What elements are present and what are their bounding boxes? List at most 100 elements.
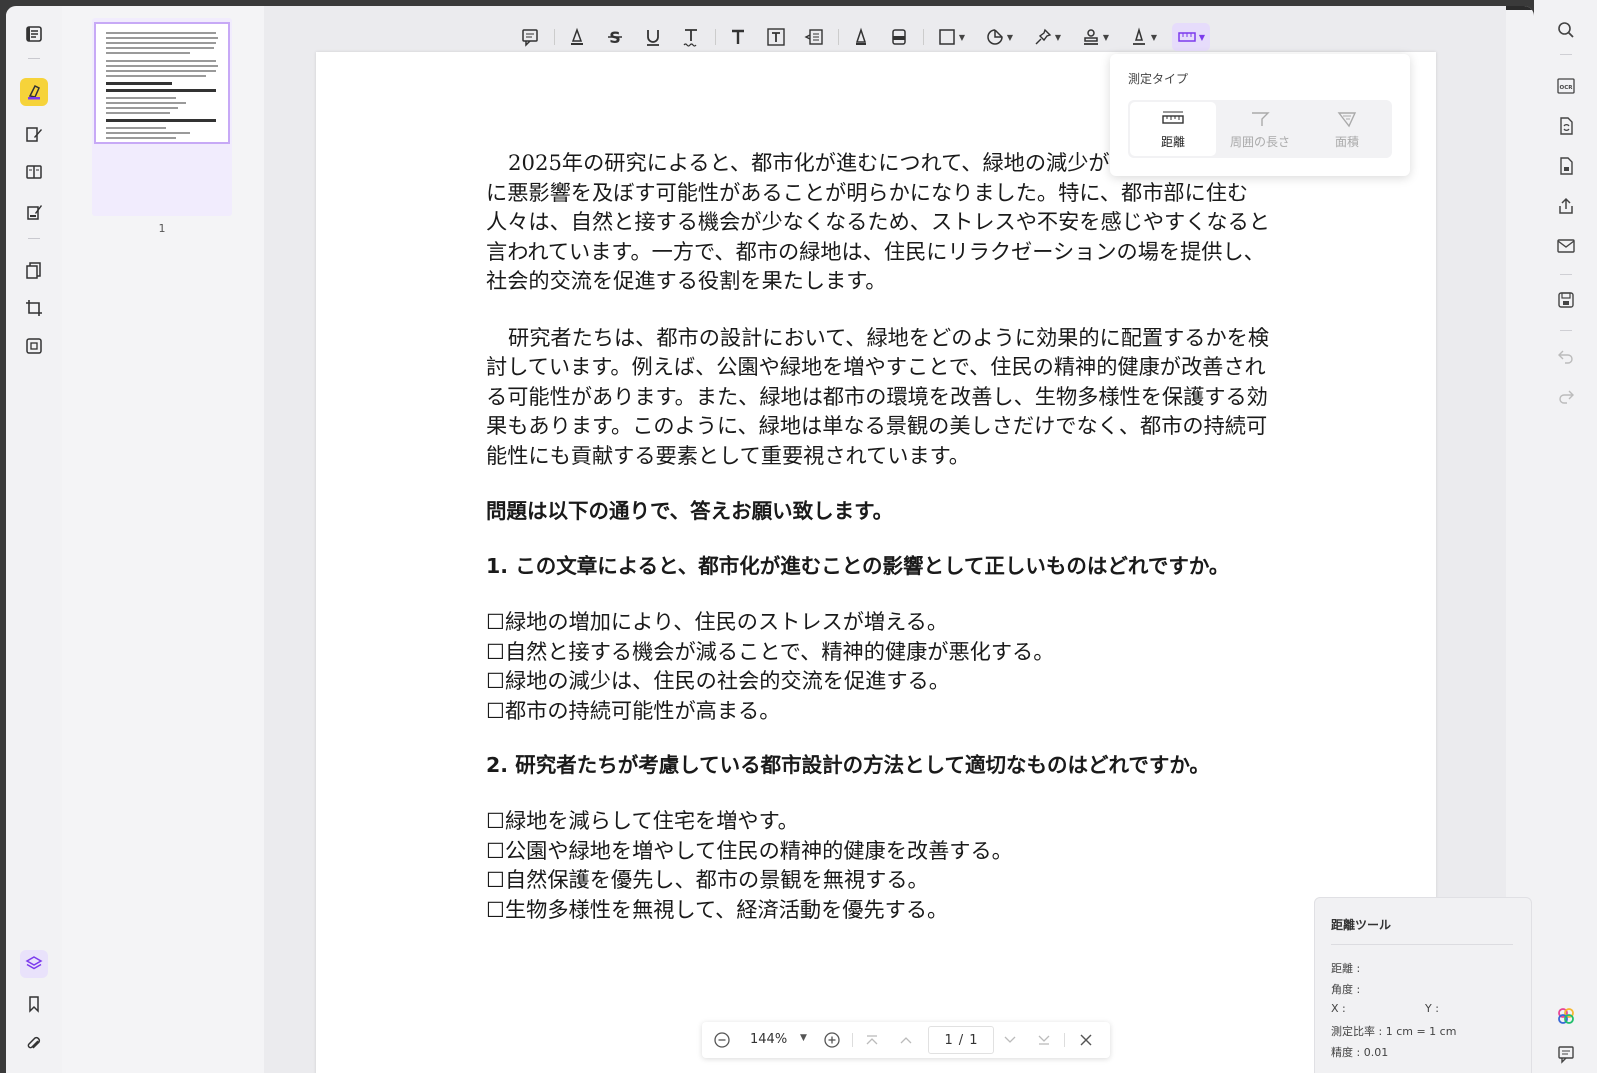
page-number-input[interactable]: 1 / 1 [928, 1026, 994, 1054]
distance-readout: 距離 : [1331, 962, 1361, 975]
checkbox-option[interactable]: ☐緑地の減少は、住民の社会的交流を促進する。 [486, 666, 1286, 696]
text-callout-icon [804, 29, 823, 45]
scale-readout[interactable]: 測定比率 : 1 cm = 1 cm [1331, 1023, 1456, 1039]
email-button[interactable] [1554, 234, 1578, 258]
app-window: 1 2025年の研究によると、都市化が進むにつれて、緑地の減少が人々の精神的健康… [6, 6, 1534, 1073]
close-icon [1080, 1034, 1092, 1046]
page-view-button[interactable] [20, 158, 48, 186]
signature-tool[interactable]: ▼ [1124, 23, 1162, 51]
search-button[interactable] [1554, 18, 1578, 42]
left-tool-rail [6, 6, 62, 1073]
form-button[interactable] [20, 198, 48, 226]
bookmark-button[interactable] [20, 990, 48, 1018]
textbox-tool[interactable] [762, 23, 790, 51]
first-page-button[interactable] [862, 1030, 882, 1050]
x-readout: X : [1331, 1002, 1346, 1015]
last-page-button[interactable] [1034, 1030, 1054, 1050]
chevron-up-icon [900, 1037, 912, 1044]
zoom-out-icon [714, 1032, 730, 1048]
checkbox-option[interactable]: ☐緑地を減らして住宅を増やす。 [486, 806, 1286, 836]
eraser-tool[interactable] [885, 23, 913, 51]
checkbox-option[interactable]: ☐緑地の増加により、住民のストレスが増える。 [486, 607, 1286, 637]
share-button[interactable] [1554, 194, 1578, 218]
undo-button[interactable] [1554, 344, 1578, 368]
measure-area-option[interactable]: 面積 [1304, 102, 1390, 156]
highlighter-icon [28, 84, 40, 100]
paragraph-2: 研究者たちは、都市の設計において、緑地をどのように効果的に配置するかを検討してい… [486, 324, 1270, 468]
question-heading: 問題は以下の通りで、答えお願い致します。 [486, 499, 894, 523]
comment-mode-button[interactable] [20, 78, 48, 106]
document-icon [1560, 157, 1573, 175]
zoom-level[interactable]: 144% [750, 1032, 787, 1047]
mail-icon [1557, 239, 1575, 253]
checkbox-option[interactable]: ☐都市の持続可能性が高まる。 [486, 696, 1286, 726]
checkbox-option[interactable]: ☐公園や緑地を増やして住民の精神的健康を改善する。 [486, 836, 1286, 866]
layers-icon [25, 956, 43, 970]
protect-button[interactable] [20, 332, 48, 360]
precision-readout[interactable]: 精度 : 0.01 [1331, 1044, 1388, 1060]
page-thumbnail[interactable] [92, 18, 232, 216]
text-icon [732, 29, 744, 44]
zoom-in-button[interactable] [822, 1030, 842, 1050]
close-navbar-button[interactable] [1076, 1030, 1096, 1050]
organize-pages-button[interactable] [20, 256, 48, 284]
measure-tool[interactable]: ▼ [1172, 23, 1210, 51]
edit-icon [26, 127, 42, 142]
zoom-dropdown-icon[interactable]: ▼ [800, 1033, 807, 1043]
underline-icon [647, 30, 659, 46]
form-edit-icon [27, 205, 42, 220]
highlight-tool[interactable] [563, 23, 591, 51]
distance-tool-title: 距離ツール [1331, 918, 1392, 932]
right-tool-rail: OCR [1534, 0, 1597, 1073]
pencil-tool[interactable] [847, 23, 875, 51]
pin-tool[interactable]: ▼ [1028, 23, 1066, 51]
measure-perimeter-option[interactable]: 周囲の長さ [1217, 102, 1303, 156]
zoom-out-button[interactable] [712, 1030, 732, 1050]
paperclip-icon [27, 1036, 41, 1049]
redo-button[interactable] [1554, 384, 1578, 408]
squiggly-tool[interactable] [677, 23, 705, 51]
signature-icon [1132, 27, 1145, 45]
measure-distance-option[interactable]: 距離 [1130, 102, 1216, 156]
sticker-icon [987, 29, 1003, 45]
sticker-tool[interactable]: ▼ [980, 23, 1018, 51]
save-icon [1558, 292, 1574, 308]
question-2-options: ☐緑地を減らして住宅を増やす。 ☐公園や緑地を増やして住民の精神的健康を改善する… [486, 806, 1286, 924]
checkbox-option[interactable]: ☐生物多様性を無視して、経済活動を優先する。 [486, 895, 1286, 925]
bookmark-icon [29, 996, 39, 1013]
batch-button[interactable] [1554, 154, 1578, 178]
measure-icon [1178, 32, 1196, 42]
edit-pdf-button[interactable] [20, 120, 48, 148]
y-readout: Y : [1425, 1002, 1439, 1015]
measure-type-title: 測定タイプ [1128, 72, 1189, 86]
comment-tool[interactable] [516, 23, 544, 51]
previous-page-button[interactable] [896, 1030, 916, 1050]
zoom-navigation-bar: 144% ▼ 1 / 1 [702, 1022, 1110, 1058]
reader-mode-button[interactable] [20, 20, 48, 48]
ocr-button[interactable]: OCR [1554, 74, 1578, 98]
comment-list-icon [1558, 1046, 1574, 1064]
convert-icon [1560, 117, 1573, 135]
redo-icon [1559, 390, 1574, 404]
comments-panel-button[interactable] [1554, 1042, 1578, 1066]
text-tool[interactable] [724, 23, 752, 51]
attachment-button[interactable] [20, 1030, 48, 1058]
strikethrough-tool[interactable]: S [601, 23, 629, 51]
rail-divider [28, 58, 40, 59]
stamp-tool[interactable]: ▼ [1076, 23, 1114, 51]
checkbox-option[interactable]: ☐自然と接する機会が減ることで、精神的健康が悪化する。 [486, 637, 1286, 667]
next-page-button[interactable] [1000, 1030, 1020, 1050]
angle-readout: 角度 : [1331, 983, 1361, 996]
crop-button[interactable] [20, 294, 48, 322]
layers-button[interactable] [20, 950, 48, 978]
thumbnail-panel: 1 [62, 6, 264, 1073]
underline-tool[interactable] [639, 23, 667, 51]
save-button[interactable] [1554, 288, 1578, 312]
ai-assistant-button[interactable] [1554, 1004, 1578, 1028]
convert-button[interactable] [1554, 114, 1578, 138]
shape-tool[interactable]: ▼ [932, 23, 970, 51]
stamp-icon [1083, 29, 1098, 45]
text-callout-tool[interactable] [800, 23, 828, 51]
checkbox-option[interactable]: ☐自然保護を優先し、都市の景観を無視する。 [486, 865, 1286, 895]
organize-icon [26, 262, 41, 279]
